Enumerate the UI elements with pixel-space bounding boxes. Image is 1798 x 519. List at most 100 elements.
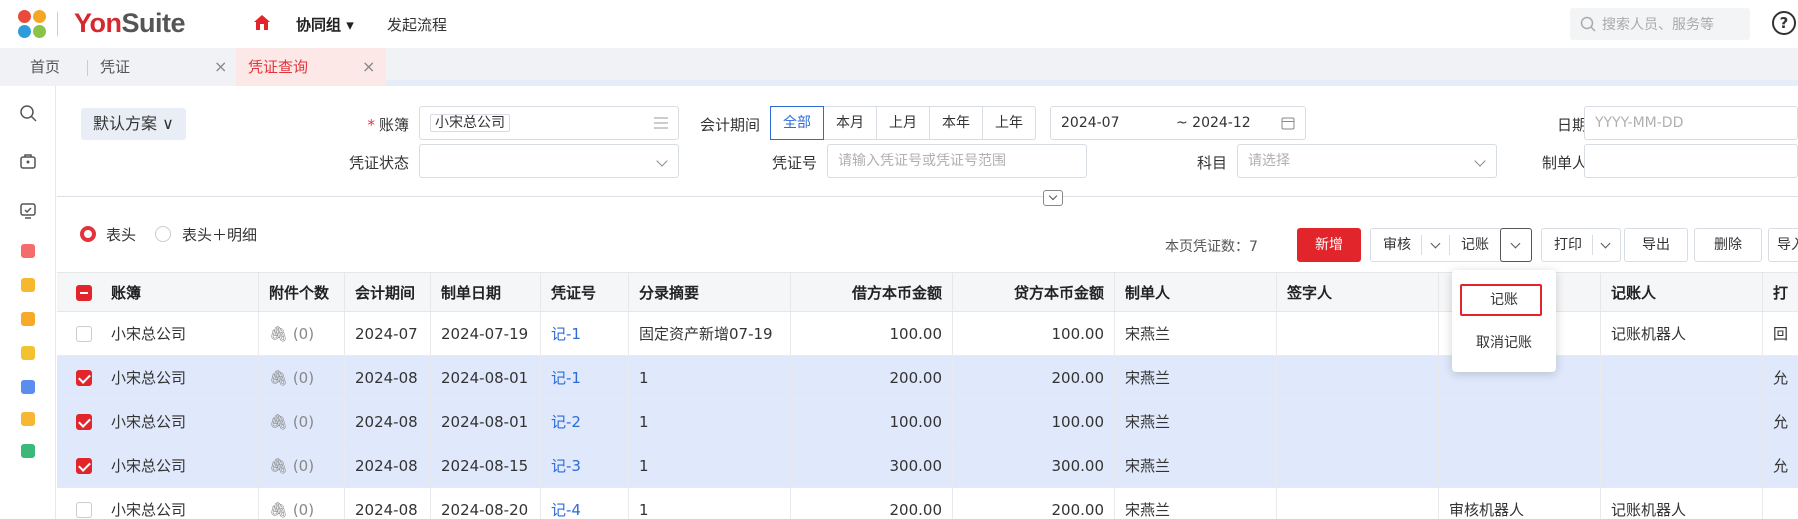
cell-attachments[interactable]: 🖇 (0) (259, 312, 345, 356)
scheme-selector[interactable]: 默认方案 ∨ (81, 108, 186, 140)
voucher-status-select[interactable] (419, 144, 679, 178)
cell-attachments[interactable]: 🖇 (0) (259, 400, 345, 444)
period-all-button[interactable]: 全部 (770, 106, 824, 140)
cell-period: 2024-08 (345, 488, 431, 519)
audit-button[interactable]: 审核 (1383, 229, 1411, 261)
cell-credit: 300.00 (953, 444, 1115, 488)
period-last-month-button[interactable]: 上月 (877, 107, 930, 139)
cell-attachments[interactable]: 🖇 (0) (259, 488, 345, 519)
row-checkbox[interactable] (76, 458, 92, 474)
table-row[interactable]: 小宋总公司 🖇 (0) 2024-08 2024-08-01 记-2 1 100… (57, 400, 1798, 444)
app-blue-icon[interactable] (21, 380, 35, 394)
subject-select[interactable]: 请选择 (1237, 144, 1497, 178)
search-icon[interactable] (19, 104, 37, 122)
col-ledger[interactable]: 账簿 (101, 273, 259, 313)
cell-auditor (1439, 444, 1601, 488)
audit-dropdown-icon[interactable] (1430, 238, 1441, 249)
select-all-checkbox[interactable] (76, 285, 92, 301)
cell-voucher-no-link[interactable]: 记-1 (541, 312, 629, 356)
col-debit[interactable]: 借方本币金额 (791, 273, 953, 313)
radio-head-detail[interactable] (155, 226, 171, 242)
print-button[interactable]: 打印 (1554, 229, 1582, 261)
monitor-icon[interactable] (19, 202, 37, 220)
tab-voucher[interactable]: 凭证 (100, 48, 130, 86)
tab-voucher-query[interactable]: 凭证查询 × (236, 48, 386, 86)
cell-summary: 1 (629, 488, 791, 519)
chevron-down-icon (1510, 238, 1521, 249)
cell-voucher-no-link[interactable]: 记-2 (541, 400, 629, 444)
cell-ledger: 小宋总公司 (101, 356, 259, 400)
cell-voucher-no-link[interactable]: 记-4 (541, 488, 629, 519)
cell-extra: 允 (1773, 369, 1789, 387)
col-poster[interactable]: 记账人 (1601, 273, 1763, 313)
row-checkbox[interactable] (76, 326, 92, 342)
filter-divider (57, 196, 1798, 197)
menu-item-cancel-post[interactable]: 取消记账 (1452, 326, 1556, 360)
cell-date: 2024-07-19 (431, 312, 541, 356)
page-voucher-count: 本页凭证数：7 (1165, 239, 1258, 255)
nav-group-menu[interactable]: 协同组 ▾ (296, 14, 354, 35)
delete-button[interactable]: 删除 (1694, 228, 1762, 262)
tab-home[interactable]: 首页 (30, 48, 60, 86)
post-button[interactable]: 记账 (1461, 229, 1489, 261)
home-icon[interactable] (252, 13, 272, 33)
bag-icon[interactable] (19, 152, 37, 170)
row-checkbox[interactable] (76, 414, 92, 430)
table-row[interactable]: 小宋总公司 🖇 (0) 2024-08 2024-08-20 记-4 1 200… (57, 488, 1798, 519)
col-voucher-no[interactable]: 凭证号 (541, 273, 629, 313)
app-yellow-icon[interactable] (21, 278, 35, 292)
row-checkbox[interactable] (76, 370, 92, 386)
radio-head[interactable] (80, 226, 96, 242)
table-row[interactable]: 小宋总公司 🖇 (0) 2024-08 2024-08-15 记-3 1 300… (57, 444, 1798, 488)
tab-voucher-close-icon[interactable]: × (214, 48, 227, 86)
cell-ledger: 小宋总公司 (101, 312, 259, 356)
period-last-year-button[interactable]: 上年 (983, 107, 1035, 139)
import-button[interactable]: 导入 (1768, 228, 1798, 262)
app-red-icon[interactable] (21, 244, 35, 258)
app-ledger-icon[interactable] (21, 412, 35, 426)
post-dropdown-toggle[interactable] (1500, 228, 1532, 262)
col-attachments[interactable]: 附件个数 (259, 273, 345, 313)
help-icon[interactable]: ? (1772, 11, 1796, 35)
maker-input[interactable] (1584, 144, 1798, 178)
tab-voucher-query-close-icon[interactable]: × (362, 48, 375, 86)
print-dropdown-icon[interactable] (1600, 238, 1611, 249)
calendar-icon[interactable] (1281, 116, 1295, 130)
cell-credit: 100.00 (953, 400, 1115, 444)
col-signer[interactable]: 签字人 (1277, 273, 1439, 313)
ledger-label: * 账簿 (367, 116, 409, 134)
cell-voucher-no-link[interactable]: 记-3 (541, 444, 629, 488)
chevron-down-icon (1474, 155, 1486, 167)
col-extra[interactable]: 打 (1763, 273, 1798, 313)
nav-start-flow[interactable]: 发起流程 (387, 14, 447, 35)
period-this-month-button[interactable]: 本月 (824, 107, 877, 139)
collapse-filter-button[interactable] (1043, 190, 1063, 206)
cell-voucher-no-link[interactable]: 记-1 (541, 356, 629, 400)
paperclip-icon: 🖇 (269, 369, 289, 387)
cell-extra: 回 (1773, 325, 1789, 343)
cell-attachments[interactable]: 🖇 (0) (259, 356, 345, 400)
cell-poster (1601, 356, 1763, 400)
col-maker[interactable]: 制单人 (1115, 273, 1277, 313)
app-green-icon[interactable] (21, 444, 35, 458)
cell-attachments[interactable]: 🖇 (0) (259, 444, 345, 488)
col-period[interactable]: 会计期间 (345, 273, 431, 313)
date-input[interactable]: YYYY-MM-DD (1584, 106, 1798, 140)
period-range-input[interactable]: 2024-07 ~ 2024-12 (1050, 106, 1306, 140)
global-search-input[interactable]: 搜索人员、服务等 (1570, 8, 1750, 40)
export-button[interactable]: 导出 (1624, 228, 1688, 262)
row-checkbox[interactable] (76, 502, 92, 518)
tab-divider (87, 60, 88, 76)
voucher-no-input[interactable]: 请输入凭证号或凭证号范围 (827, 144, 1087, 178)
col-make-date[interactable]: 制单日期 (431, 273, 541, 313)
app-cart-icon[interactable] (21, 346, 35, 360)
cell-date: 2024-08-01 (431, 400, 541, 444)
cell-signer (1277, 444, 1439, 488)
col-credit[interactable]: 贷方本币金额 (953, 273, 1115, 313)
col-summary[interactable]: 分录摘要 (629, 273, 791, 313)
new-button[interactable]: 新增 (1297, 228, 1361, 262)
period-this-year-button[interactable]: 本年 (930, 107, 983, 139)
app-orange-icon[interactable] (21, 312, 35, 326)
ledger-input[interactable]: 小宋总公司 (419, 106, 679, 140)
cell-debit: 300.00 (791, 444, 953, 488)
